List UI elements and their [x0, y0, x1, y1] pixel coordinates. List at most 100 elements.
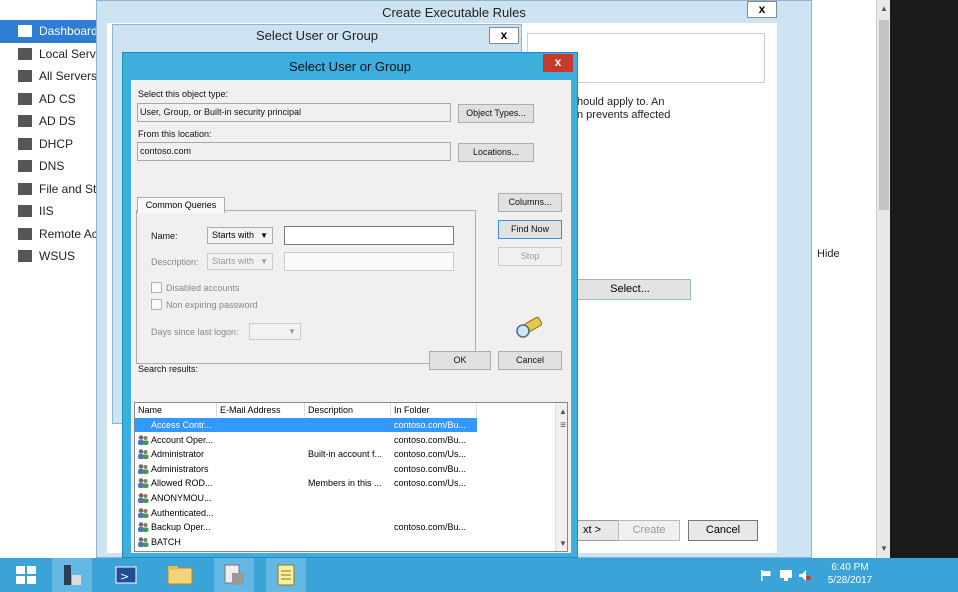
cell-name: BATCH [151, 536, 181, 547]
sidebar-item-adcs[interactable]: AD CS [0, 88, 100, 111]
dialog-title: Select User or Group [255, 28, 379, 43]
sidebar-item-wsus[interactable]: WSUS [0, 245, 100, 268]
sidebar-item-remote-access[interactable]: Remote Access [0, 223, 100, 246]
description-mode-select[interactable]: Starts with ▼ [207, 253, 273, 270]
table-row[interactable]: Account Oper... contoso.com/Bu... [135, 433, 555, 448]
sidebar-item-file-storage[interactable]: File and Storage Services [0, 178, 100, 201]
close-button[interactable]: x [747, 1, 777, 18]
cancel-button[interactable]: Cancel [498, 351, 562, 370]
taskbar-powershell[interactable]: > [106, 558, 146, 592]
column-header-name[interactable]: Name [135, 403, 217, 417]
scroll-up-icon[interactable]: ▲ [877, 2, 891, 16]
common-queries-panel: Name: Starts with ▼ Description: Starts w… [136, 210, 476, 364]
volume-muted-icon[interactable] [799, 570, 811, 581]
start-button[interactable] [6, 558, 46, 592]
description-input[interactable] [284, 252, 454, 271]
table-row[interactable]: ANONYMOU... [135, 491, 555, 506]
iis-icon [18, 205, 32, 218]
network-icon[interactable] [780, 570, 792, 581]
sidebar-item-label: Local Server [39, 46, 100, 61]
cancel-button[interactable]: Cancel [688, 520, 758, 541]
cell-folder: contoso.com/Us... [394, 449, 467, 460]
scroll-down-icon[interactable]: ▼ [877, 542, 891, 556]
dashboard-icon [18, 25, 32, 38]
storage-icon [18, 182, 32, 195]
results-scrollbar[interactable]: ▲ ≡ ▼ [555, 403, 567, 551]
sidebar-item-label: WSUS [39, 249, 75, 264]
select-button[interactable]: Select... [569, 279, 691, 300]
disabled-accounts-checkbox[interactable] [151, 282, 162, 293]
table-row[interactable]: BATCH [135, 535, 555, 550]
disabled-accounts-label: Disabled accounts [166, 283, 240, 293]
cell-folder [391, 491, 477, 505]
scroll-up-icon[interactable]: ▲ [556, 405, 567, 419]
system-clock[interactable]: 6:40 PM 5/28/2017 [820, 561, 880, 587]
sidebar-item-label: Dashboard [39, 24, 98, 39]
taskbar-group-policy[interactable] [214, 558, 254, 592]
column-header-folder[interactable]: In Folder [391, 403, 477, 417]
close-button[interactable]: x [489, 27, 519, 44]
cell-email [217, 418, 305, 432]
close-button[interactable]: x [543, 54, 573, 72]
cell-email [217, 433, 305, 447]
scrollbar-thumb[interactable] [879, 20, 889, 210]
object-types-button[interactable]: Object Types... [458, 104, 534, 123]
cell-desc [305, 520, 391, 534]
sidebar-item-local-server[interactable]: Local Server [0, 43, 100, 66]
sidebar-item-dns[interactable]: DNS [0, 155, 100, 178]
taskbar-server-manager[interactable] [52, 558, 92, 592]
ok-button[interactable]: OK [429, 351, 491, 370]
stop-button[interactable]: Stop [498, 247, 562, 266]
column-header-description[interactable]: Description [305, 403, 391, 417]
cell-name: Access Contr... [135, 418, 217, 432]
location-label: From this location: [138, 129, 212, 139]
table-row[interactable]: Administrators contoso.com/Bu... [135, 462, 555, 477]
sidebar-item-dashboard[interactable]: Dashboard [0, 20, 100, 43]
name-input[interactable] [284, 226, 454, 245]
table-row[interactable]: Ben Smith contoso.com/Us... [135, 549, 555, 551]
description-text: hould apply to. An n prevents affected [577, 96, 670, 122]
search-results-list[interactable]: Name E-Mail Address Description In Folde… [134, 402, 568, 552]
name-mode-select[interactable]: Starts with ▼ [207, 227, 273, 244]
hide-link[interactable]: Hide [817, 248, 840, 260]
sidebar-item-label: All Servers [39, 69, 98, 84]
main-scrollbar[interactable]: ▲ ▼ [876, 0, 890, 558]
taskbar-file-explorer[interactable] [160, 558, 200, 592]
wsus-icon [18, 250, 32, 263]
adds-icon [18, 115, 32, 128]
cell-name: Ben Smith [135, 549, 217, 551]
non-expiring-label: Non expiring password [166, 300, 258, 310]
column-header-email[interactable]: E-Mail Address [217, 403, 305, 417]
chevron-down-icon: ▼ [260, 257, 268, 266]
sidebar-item-label: File and Storage Services [39, 181, 100, 196]
columns-button[interactable]: Columns... [498, 193, 562, 212]
cell-email [217, 549, 305, 551]
cell-folder: contoso.com/Bu... [394, 434, 467, 445]
object-type-field: User, Group, or Built-in security princi… [137, 103, 451, 122]
sidebar-item-iis[interactable]: IIS [0, 200, 100, 223]
non-expiring-checkbox[interactable] [151, 299, 162, 310]
days-since-logon-select[interactable]: ▼ [249, 323, 301, 340]
find-now-button[interactable]: Find Now [498, 220, 562, 239]
tab-common-queries[interactable]: Common Queries [137, 197, 225, 213]
sidebar-item-all-servers[interactable]: All Servers [0, 65, 100, 88]
server-icon [18, 47, 32, 60]
table-row[interactable]: Access Contr... contoso.com/Bu... [135, 418, 555, 433]
locations-button[interactable]: Locations... [458, 143, 534, 162]
sidebar-item-dhcp[interactable]: DHCP [0, 133, 100, 156]
sidebar-item-adds[interactable]: AD DS [0, 110, 100, 133]
flag-icon[interactable] [760, 570, 772, 581]
scroll-down-icon[interactable]: ▼ [556, 537, 567, 551]
scroll-grip-icon[interactable]: ≡ [556, 419, 567, 433]
table-row[interactable]: Authenticated... [135, 506, 555, 521]
create-button[interactable]: Create [618, 520, 680, 541]
table-row[interactable]: Administrator Built-in account f... contos… [135, 447, 555, 462]
cell-folder: contoso.com/Bu... [394, 463, 467, 474]
sidebar-item-label: Remote Access [39, 226, 100, 241]
sidebar-item-label: IIS [39, 204, 54, 219]
table-row[interactable]: Allowed ROD... Members in this ... contoso… [135, 476, 555, 491]
clock-time: 6:40 PM [831, 562, 869, 573]
taskbar-notepad[interactable] [266, 558, 306, 592]
servers-icon [18, 70, 32, 83]
table-row[interactable]: Backup Oper... contoso.com/Bu... [135, 520, 555, 535]
